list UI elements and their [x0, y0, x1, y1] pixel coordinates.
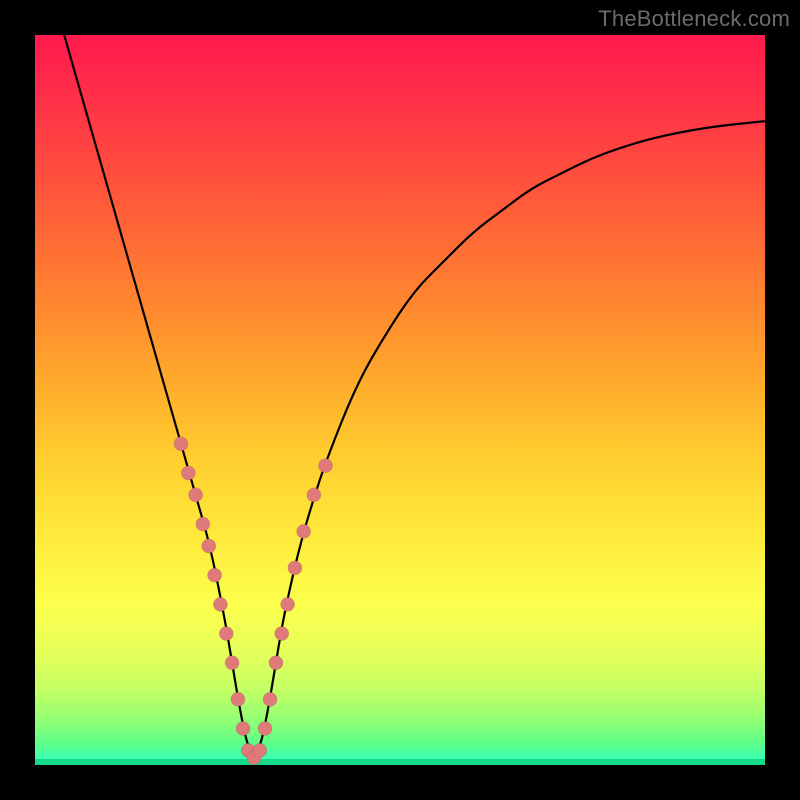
bottleneck-curve	[64, 35, 765, 754]
plot-area	[35, 35, 765, 765]
chart-container: TheBottleneck.com	[0, 0, 800, 800]
plot-svg	[35, 35, 765, 765]
bottleneck-curve-path	[64, 35, 765, 754]
marker-dots	[174, 437, 333, 765]
watermark-text: TheBottleneck.com	[598, 6, 790, 32]
